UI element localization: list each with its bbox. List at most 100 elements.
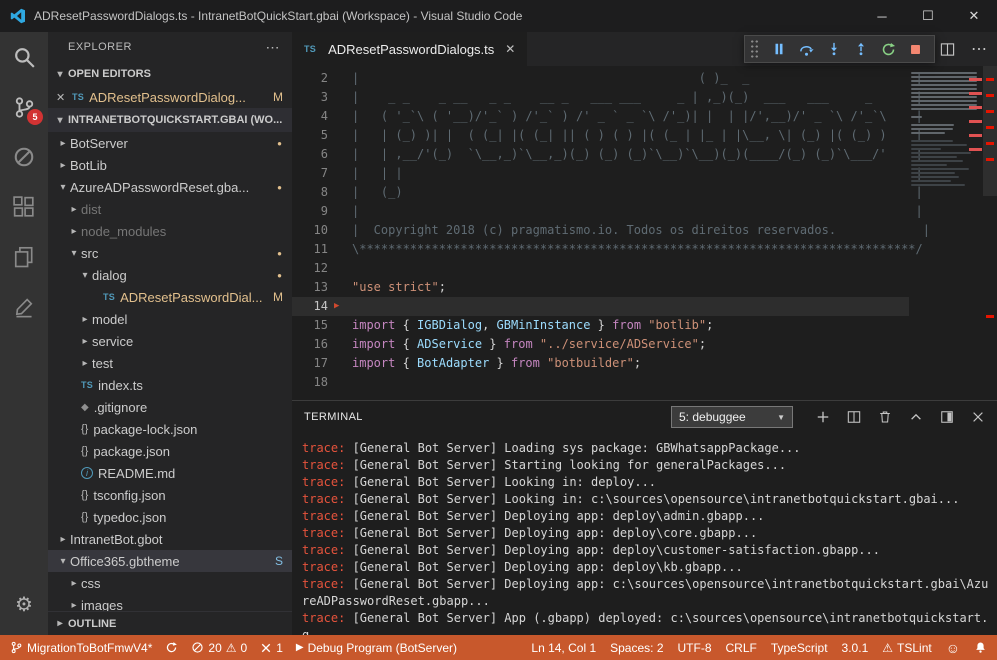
settings-gear-icon[interactable]: ⚙: [0, 579, 48, 629]
outline-section[interactable]: ▸ OUTLINE: [48, 611, 292, 635]
problems-indicator[interactable]: 20 ⚠ 0: [191, 641, 247, 655]
tab-adresetpassworddialogs[interactable]: TS ADResetPasswordDialogs.ts ✕: [292, 32, 527, 66]
source-control-icon[interactable]: 5: [0, 82, 48, 132]
code-line-5[interactable]: 5| | (_) )| | ( (_| |( (_| || ( ) ( ) |(…: [292, 126, 909, 145]
maximize-button[interactable]: ☐: [905, 0, 951, 32]
chevron-right-icon: ▸: [67, 578, 81, 589]
close-icon[interactable]: ✕: [56, 91, 72, 104]
tree-item-typedoc-json[interactable]: {}typedoc.json: [48, 506, 292, 528]
code-line-8[interactable]: 8| (_) |: [292, 183, 909, 202]
tree-item-intranetbot-gbot[interactable]: ▸IntranetBot.gbot: [48, 528, 292, 550]
line-number: 5: [292, 126, 328, 145]
workspace-section-header[interactable]: ▾ INTRANETBOTQUICKSTART.GBAI (WO...: [48, 108, 292, 132]
edit-icon[interactable]: [0, 282, 48, 332]
close-tab-icon[interactable]: ✕: [505, 42, 515, 56]
more-actions-icon[interactable]: ⋯: [266, 39, 281, 56]
tree-item-office365-gbtheme[interactable]: ▾Office365.gbthemeS: [48, 550, 292, 572]
code-line-16[interactable]: 16import { ADService } from "../service/…: [292, 335, 909, 354]
feedback-smiley-icon[interactable]: ☺: [946, 640, 960, 656]
language-mode[interactable]: TypeScript: [771, 641, 828, 655]
overview-ruler[interactable]: [983, 66, 997, 400]
code-line-13[interactable]: 13"use strict";: [292, 278, 909, 297]
code-line-2[interactable]: 2| ( )_ _ |: [292, 69, 909, 88]
code-line-4[interactable]: 4| ( '_`\ ( '__)/'_` ) /'_` ) /' _ ` _ `…: [292, 107, 909, 126]
cursor-position[interactable]: Ln 14, Col 1: [531, 641, 596, 655]
files-icon[interactable]: [0, 232, 48, 282]
terminal-panel: TERMINAL 5: debuggee ▼: [292, 400, 997, 635]
code-line-7[interactable]: 7| | | |: [292, 164, 909, 183]
tree-item-package-lock-json[interactable]: {}package-lock.json: [48, 418, 292, 440]
chevron-right-icon: ▸: [52, 618, 68, 629]
maximize-panel-icon[interactable]: [909, 410, 923, 424]
code-line-11[interactable]: 11\*************************************…: [292, 240, 909, 259]
modified-dot: ●: [277, 271, 282, 280]
tree-item-tsconfig-json[interactable]: {}tsconfig.json: [48, 484, 292, 506]
step-out-icon[interactable]: [854, 42, 868, 56]
code-line-17[interactable]: 17import { BotAdapter } from "botbuilder…: [292, 354, 909, 373]
tree-item-test[interactable]: ▸test: [48, 352, 292, 374]
debug-icon[interactable]: [0, 132, 48, 182]
indentation[interactable]: Spaces: 2: [610, 641, 663, 655]
notifications-bell-icon[interactable]: [974, 641, 987, 654]
search-icon[interactable]: [0, 32, 48, 82]
sync-button[interactable]: [165, 641, 178, 654]
log-level: trace:: [302, 492, 345, 506]
pause-icon[interactable]: [772, 42, 786, 56]
open-editor-item[interactable]: ✕ TS ADResetPasswordDialog... M: [48, 86, 292, 108]
code-line-12[interactable]: 12: [292, 259, 909, 278]
drag-handle[interactable]: [750, 39, 759, 59]
split-editor-icon[interactable]: [940, 42, 955, 57]
close-panel-icon[interactable]: [971, 410, 985, 424]
open-editors-section[interactable]: ▾ OPEN EDITORS: [48, 62, 292, 86]
tree-item-azureadpasswordreset-gba-[interactable]: ▾AzureADPasswordReset.gba...●: [48, 176, 292, 198]
tree-item-model[interactable]: ▸model: [48, 308, 292, 330]
tslint-indicator[interactable]: ⚠ TSLint: [882, 641, 931, 655]
tree-item-css[interactable]: ▸css: [48, 572, 292, 594]
terminal-tab[interactable]: TERMINAL: [304, 411, 363, 423]
extensions-icon[interactable]: [0, 182, 48, 232]
tree-item-index-ts[interactable]: TSindex.ts: [48, 374, 292, 396]
code-line-6[interactable]: 6| | ,__/'(_) `\__,_)`\__,_)(_) (_) (_)`…: [292, 145, 909, 164]
tree-item-label: index.ts: [98, 378, 292, 393]
encoding[interactable]: UTF-8: [678, 641, 712, 655]
tree-item-dialog[interactable]: ▾dialog●: [48, 264, 292, 286]
move-panel-icon[interactable]: [940, 410, 954, 424]
tree-item-dist[interactable]: ▸dist: [48, 198, 292, 220]
tree-item-readme-md[interactable]: iREADME.md: [48, 462, 292, 484]
code-line-14[interactable]: 14▶: [292, 297, 909, 316]
tree-item-src[interactable]: ▾src●: [48, 242, 292, 264]
minimize-button[interactable]: ─: [859, 0, 905, 32]
code-line-15[interactable]: 15import { IGBDialog, GBMinInstance } fr…: [292, 316, 909, 335]
step-into-icon[interactable]: [827, 42, 841, 56]
code-editor[interactable]: 2| ( )_ _ |3| _ _ _ __ _ _ __ _ ___ ___ …: [292, 66, 997, 400]
tree-item-service[interactable]: ▸service: [48, 330, 292, 352]
tree-item-botlib[interactable]: ▸BotLib: [48, 154, 292, 176]
tree-item-botserver[interactable]: ▸BotServer●: [48, 132, 292, 154]
code-line-18[interactable]: 18: [292, 373, 909, 392]
restart-icon[interactable]: [881, 42, 896, 57]
tree-item-node-modules[interactable]: ▸node_modules: [48, 220, 292, 242]
new-terminal-icon[interactable]: [816, 410, 830, 424]
git-branch-indicator[interactable]: MigrationToBotFmwV4*: [10, 641, 152, 655]
terminal-output[interactable]: trace: [General Bot Server] Loading sys …: [292, 433, 997, 635]
split-terminal-icon[interactable]: [847, 410, 861, 424]
close-window-button[interactable]: ✕: [951, 0, 997, 32]
debug-target[interactable]: ▶ Debug Program (BotServer): [296, 641, 457, 655]
minimap[interactable]: [911, 70, 983, 400]
tree-item-adresetpassworddial-[interactable]: TSADResetPasswordDial...M: [48, 286, 292, 308]
step-over-icon[interactable]: [799, 42, 814, 57]
typescript-version[interactable]: 3.0.1: [842, 641, 869, 655]
terminal-line: trace: [General Bot Server] Deploying ap…: [302, 508, 993, 525]
kill-terminal-icon[interactable]: [878, 410, 892, 424]
terminal-selector[interactable]: 5: debuggee ▼: [671, 406, 793, 428]
tree-item-package-json[interactable]: {}package.json: [48, 440, 292, 462]
code-line-9[interactable]: 9| |: [292, 202, 909, 221]
tree-item--gitignore[interactable]: ◆.gitignore: [48, 396, 292, 418]
stop-icon[interactable]: [909, 43, 922, 56]
json-icon: {}: [81, 511, 88, 523]
code-line-3[interactable]: 3| _ _ _ __ _ _ __ _ ___ ___ _ | ,_)(_) …: [292, 88, 909, 107]
eol-sequence[interactable]: CRLF: [726, 641, 757, 655]
tasks-indicator[interactable]: 1: [260, 641, 283, 655]
code-line-10[interactable]: 10| Copyright 2018 (c) pragmatismo.io. T…: [292, 221, 909, 240]
more-actions-icon[interactable]: ⋯: [971, 39, 987, 59]
